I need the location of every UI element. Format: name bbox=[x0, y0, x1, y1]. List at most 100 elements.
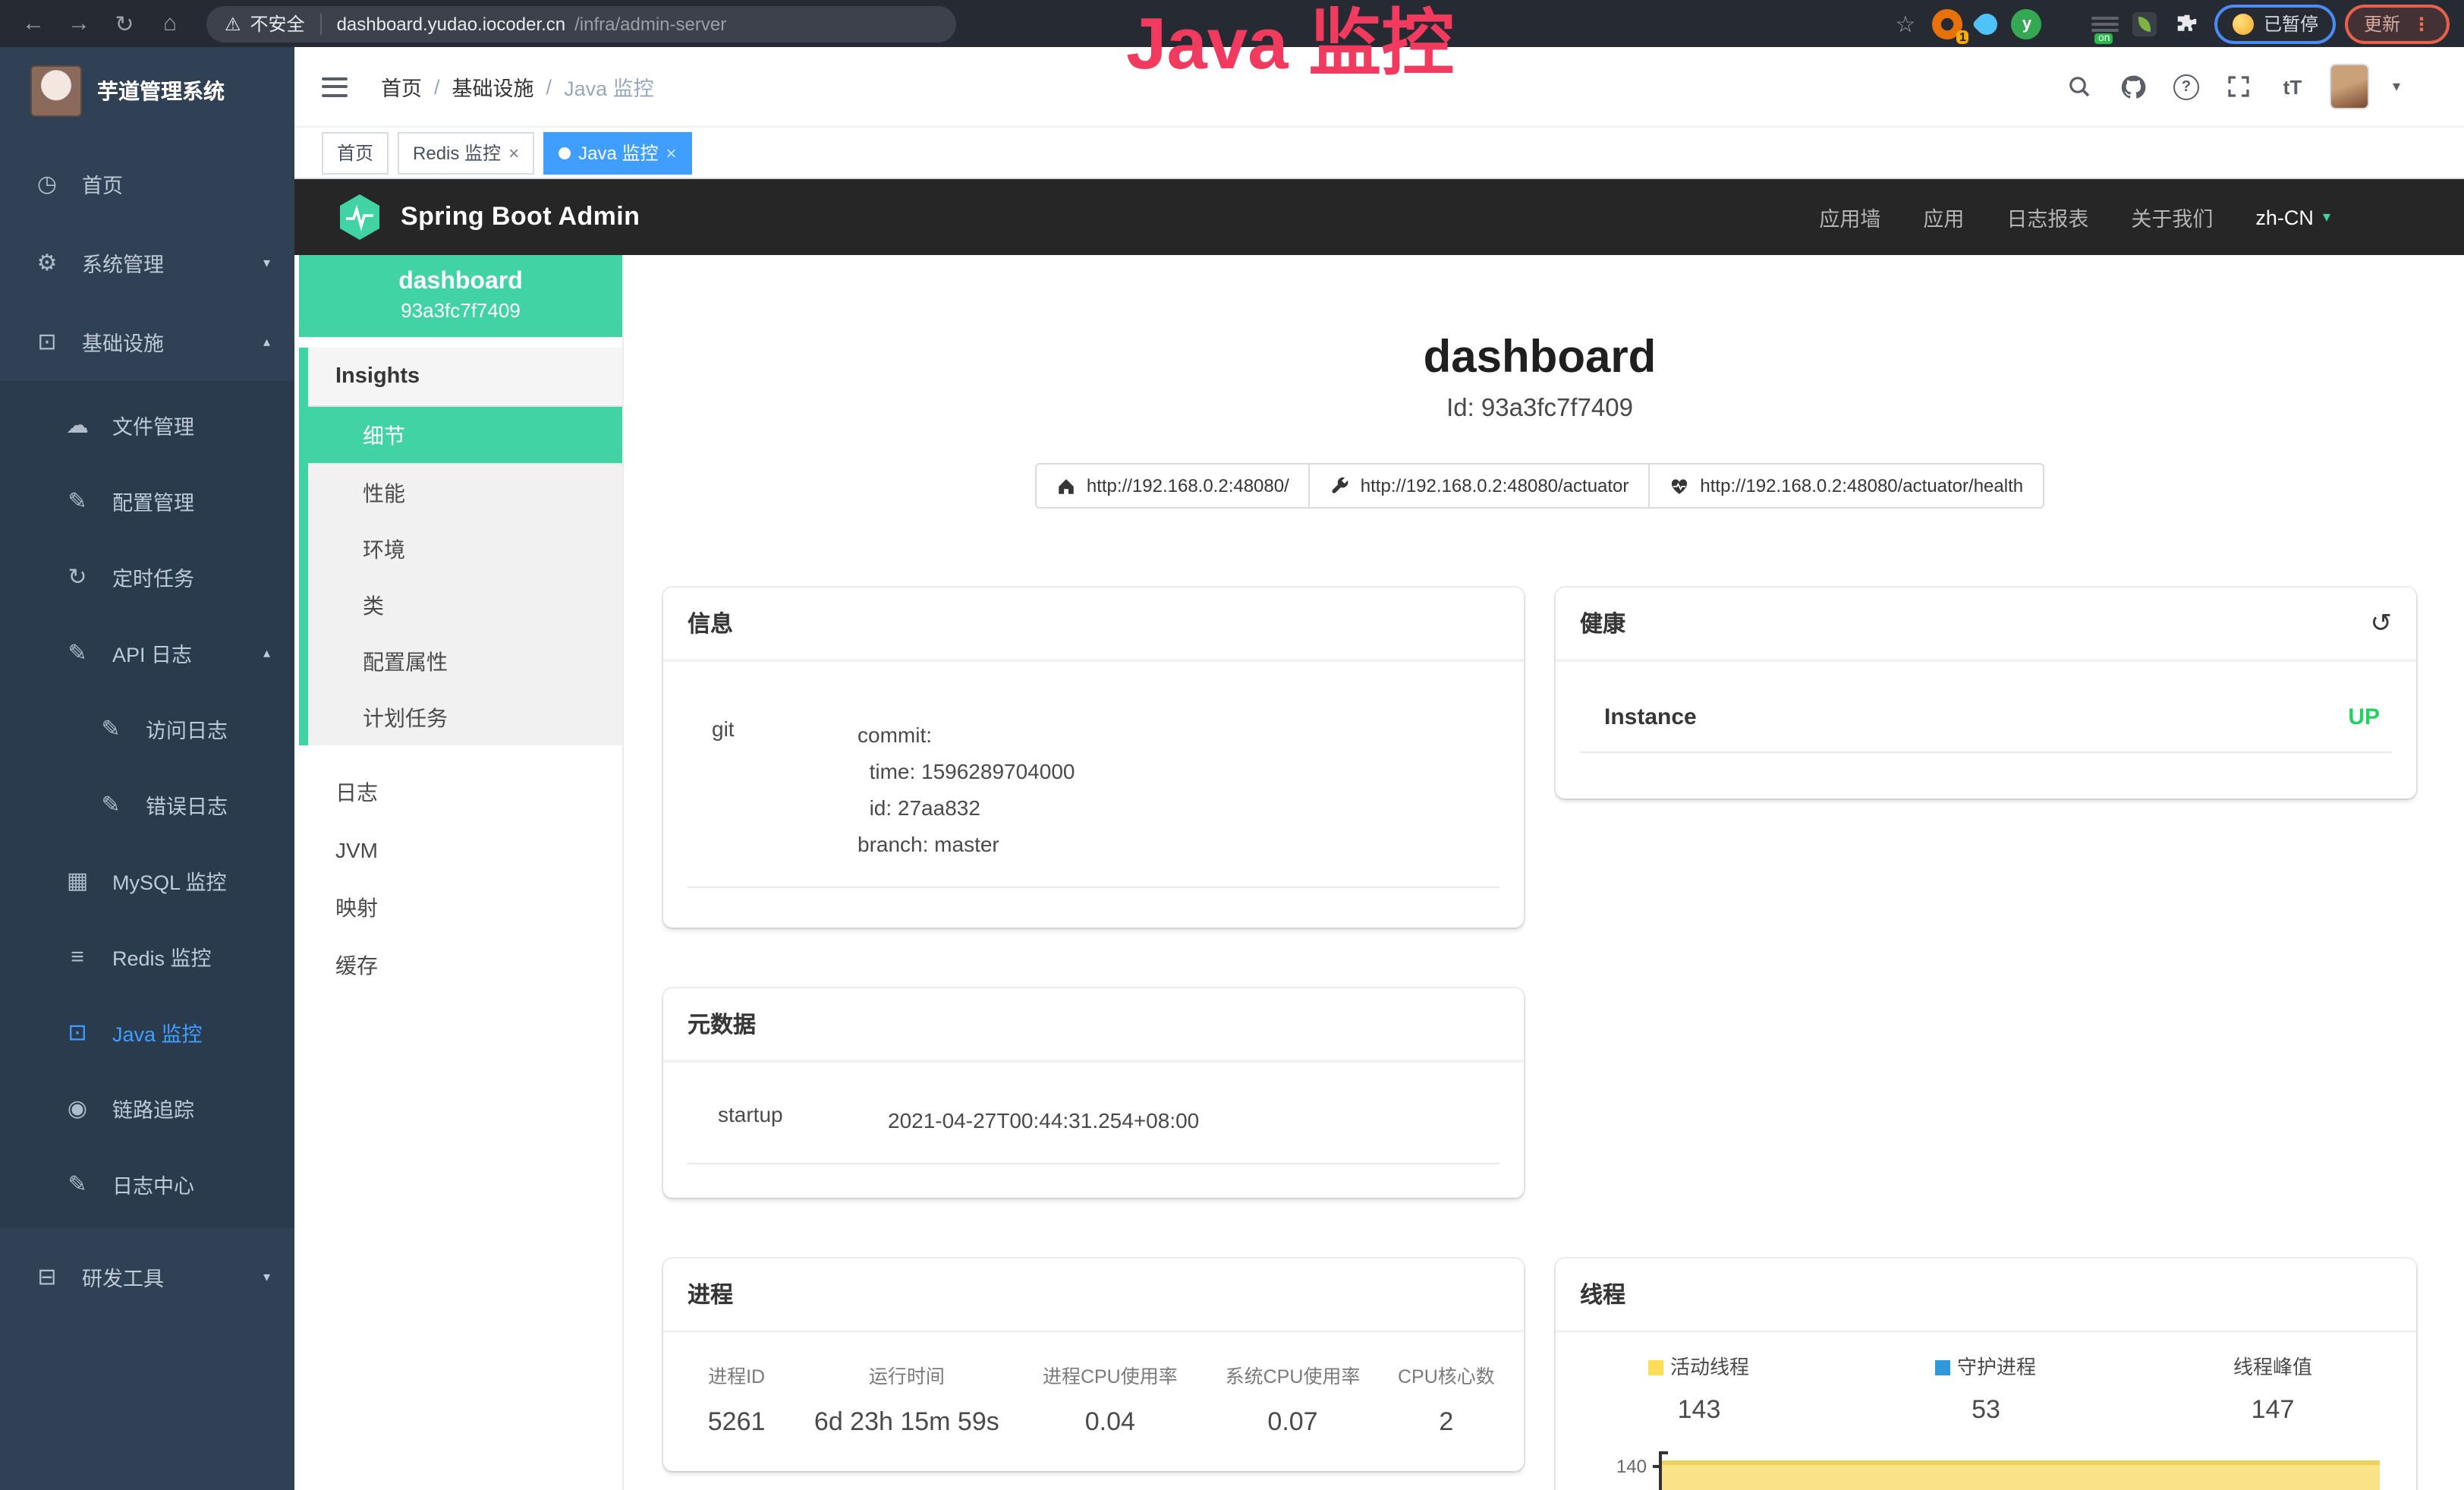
avatar-caret-icon[interactable]: ▾ bbox=[2393, 78, 2400, 95]
github-icon[interactable] bbox=[2118, 71, 2148, 102]
reload-icon[interactable]: ↻ bbox=[106, 5, 143, 42]
forward-icon[interactable]: → bbox=[61, 5, 97, 42]
briefcase-icon: ⊟ bbox=[30, 1263, 64, 1290]
sidebar-item-scheduled-jobs[interactable]: ↻ 定时任务 bbox=[0, 539, 294, 615]
extension-orange-icon[interactable]: 1 bbox=[1933, 8, 1963, 39]
sidebar-item-redis-monitor[interactable]: ≡ Redis 监控 bbox=[0, 918, 294, 994]
history-icon[interactable]: ↺ bbox=[2371, 610, 2393, 636]
chevron-down-icon: ▾ bbox=[263, 1268, 270, 1285]
active-dot bbox=[559, 146, 571, 159]
sidebar-item-log-center[interactable]: ✎ 日志中心 bbox=[0, 1146, 294, 1222]
health-url-button[interactable]: http://192.168.0.2:48080/actuator/health bbox=[1648, 463, 2044, 509]
eye-icon: ◉ bbox=[61, 1095, 94, 1122]
sba-item-environment[interactable]: 环境 bbox=[308, 521, 622, 577]
tab-home[interactable]: 首页 bbox=[322, 131, 389, 174]
sba-nav-applications[interactable]: 应用 bbox=[1923, 202, 1964, 232]
sba-item-metrics[interactable]: 性能 bbox=[308, 465, 622, 521]
actuator-url-button[interactable]: http://192.168.0.2:48080/actuator bbox=[1309, 463, 1651, 509]
card-process-title: 进程 bbox=[688, 1278, 733, 1310]
legend-daemon-threads: 守护进程 53 bbox=[1842, 1351, 2129, 1425]
git-branch-line: branch: master bbox=[858, 826, 1487, 862]
table-icon: ▦ bbox=[61, 867, 94, 894]
breadcrumb-infrastructure[interactable]: 基础设施 bbox=[452, 71, 534, 102]
search-icon[interactable] bbox=[2065, 71, 2095, 102]
home-icon bbox=[1056, 476, 1076, 496]
tab-redis-monitor[interactable]: Redis 监控 × bbox=[398, 131, 534, 174]
process-col-pid: 进程ID 5261 bbox=[678, 1360, 795, 1438]
help-icon[interactable]: ? bbox=[2171, 71, 2201, 102]
on-badge: on bbox=[2095, 33, 2113, 43]
cloud-upload-icon: ☁ bbox=[61, 411, 94, 439]
sidebar-item-system-mgmt[interactable]: ⚙ 系统管理 ▾ bbox=[0, 223, 294, 302]
close-icon[interactable]: × bbox=[508, 143, 519, 162]
sba-instance-header[interactable]: dashboard 93a3fc7f7409 bbox=[299, 255, 622, 337]
sidebar-item-config-mgmt[interactable]: ✎ 配置管理 bbox=[0, 463, 294, 539]
sba-item-classes[interactable]: 类 bbox=[308, 577, 622, 633]
sba-item-config-props[interactable]: 配置属性 bbox=[308, 633, 622, 689]
hamburger-icon[interactable] bbox=[322, 77, 348, 96]
browser-menu-icon[interactable]: ⋮ bbox=[2412, 13, 2431, 34]
sidebar-item-error-logs[interactable]: ✎ 错误日志 bbox=[0, 767, 294, 843]
sidebar-item-infrastructure[interactable]: ⊡ 基础设施 ▴ bbox=[0, 302, 294, 381]
sidebar-item-access-logs[interactable]: ✎ 访问日志 bbox=[0, 691, 294, 767]
live-threads-value: 143 bbox=[1556, 1395, 1842, 1425]
sidebar-item-java-monitor[interactable]: ⊡ Java 监控 bbox=[0, 994, 294, 1070]
paused-profile-chip[interactable]: 已暂停 bbox=[2215, 4, 2337, 43]
card-threads: 线程 活动线程 143 守护进程 53 bbox=[1556, 1258, 2416, 1490]
breadcrumb: 首页 / 基础设施 / Java 监控 bbox=[381, 71, 654, 102]
metadata-value: 2021-04-27T00:44:31.254+08:00 bbox=[888, 1102, 1487, 1139]
url-path[interactable]: /infra/admin-server bbox=[574, 13, 726, 34]
info-row-git: git commit: time: 1596289704000 id: 27aa… bbox=[688, 695, 1499, 888]
extensions-puzzle-icon[interactable] bbox=[2170, 5, 2206, 42]
sidebar-item-home[interactable]: ◷ 首页 bbox=[0, 144, 294, 223]
process-table: 进程ID 5261 运行时间 6d 23h 15m 59s 进程CPU使用率 bbox=[663, 1333, 1524, 1471]
sba-item-logs[interactable]: 日志 bbox=[299, 764, 622, 821]
sba-brand[interactable]: Spring Boot Admin bbox=[401, 202, 640, 232]
font-size-icon[interactable]: tT bbox=[2277, 71, 2308, 102]
app-logo-row[interactable]: 芋道管理系统 bbox=[0, 47, 294, 132]
security-label[interactable]: 不安全 bbox=[250, 11, 305, 36]
extension-on-icon[interactable]: on bbox=[2091, 8, 2121, 39]
extension-leaf-icon[interactable] bbox=[2130, 8, 2160, 39]
health-row-instance[interactable]: Instance UP bbox=[1580, 683, 2392, 753]
peak-threads-value: 147 bbox=[2129, 1395, 2416, 1425]
sidebar-item-dev-tools[interactable]: ⊟ 研发工具 ▾ bbox=[0, 1237, 294, 1316]
sba-item-details[interactable]: 细节 bbox=[308, 407, 622, 465]
extension-grid-icon[interactable] bbox=[2051, 8, 2082, 39]
address-bar[interactable]: ⚠ 不安全 dashboard.yudao.iocoder.cn/infra/a… bbox=[206, 5, 956, 42]
sba-nav-journal[interactable]: 日志报表 bbox=[2006, 202, 2088, 232]
card-health-title: 健康 bbox=[1580, 607, 1625, 639]
service-url-button[interactable]: http://192.168.0.2:48080/ bbox=[1035, 463, 1311, 509]
sba-item-caches[interactable]: 缓存 bbox=[299, 937, 622, 994]
back-icon[interactable]: ← bbox=[15, 5, 52, 42]
sba-item-jvm[interactable]: JVM bbox=[299, 821, 622, 879]
close-icon[interactable]: × bbox=[666, 143, 676, 162]
update-button[interactable]: 更新 ⋮ bbox=[2346, 4, 2449, 43]
divider bbox=[320, 13, 322, 34]
extension-video-icon[interactable]: y bbox=[2012, 8, 2042, 39]
sidebar-item-api-logs[interactable]: ✎ API 日志 ▴ bbox=[0, 615, 294, 691]
sba-nav-about[interactable]: 关于我们 bbox=[2131, 202, 2213, 232]
git-commit-line: commit: bbox=[858, 717, 1487, 753]
legend-peak-threads: 线程峰值 147 bbox=[2129, 1351, 2416, 1425]
status-badge: UP bbox=[2348, 704, 2380, 730]
url-host[interactable]: dashboard.yudao.iocoder.cn bbox=[337, 13, 566, 34]
user-avatar[interactable] bbox=[2330, 64, 2370, 109]
card-health: 健康 ↺ Instance UP bbox=[1556, 587, 2416, 799]
breadcrumb-home[interactable]: 首页 bbox=[381, 71, 422, 102]
sba-item-scheduled-tasks[interactable]: 计划任务 bbox=[308, 689, 622, 745]
sba-nav-wallboard[interactable]: 应用墙 bbox=[1819, 202, 1880, 232]
fullscreen-icon[interactable] bbox=[2224, 71, 2255, 102]
extension-pin-icon[interactable] bbox=[1972, 8, 2003, 39]
home-icon[interactable]: ⌂ bbox=[152, 5, 188, 42]
sidebar-item-tracing[interactable]: ◉ 链路追踪 bbox=[0, 1070, 294, 1146]
insights-label: Insights bbox=[308, 348, 622, 407]
card-info-title: 信息 bbox=[688, 607, 733, 639]
process-col-uptime: 运行时间 6d 23h 15m 59s bbox=[795, 1360, 1018, 1438]
sidebar-item-mysql-monitor[interactable]: ▦ MySQL 监控 bbox=[0, 843, 294, 918]
tab-java-monitor[interactable]: Java 监控 × bbox=[543, 131, 691, 174]
bookmark-star-icon[interactable]: ☆ bbox=[1887, 5, 1924, 42]
sidebar-item-file-mgmt[interactable]: ☁ 文件管理 bbox=[0, 387, 294, 463]
sba-item-mappings[interactable]: 映射 bbox=[299, 879, 622, 937]
sba-locale-select[interactable]: zh-CN ▾ bbox=[2255, 206, 2330, 228]
